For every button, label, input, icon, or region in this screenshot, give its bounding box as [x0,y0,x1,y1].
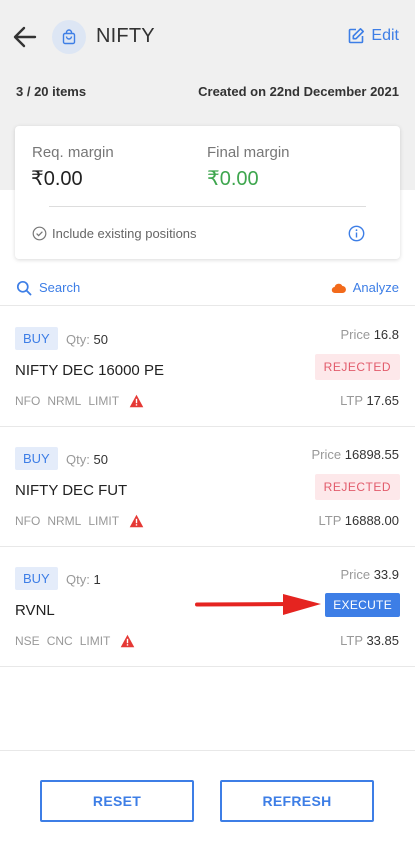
order-item[interactable]: BUY Qty: 50 Price 16898.55 NIFTY DEC FUT… [0,427,415,547]
product-tag: NRML [47,514,82,528]
ltp: LTP 16888.00 [318,513,399,528]
buy-badge: BUY [15,447,58,470]
instrument-name: RVNL [15,602,55,619]
exchange-tag: NSE [15,634,40,648]
ltp-value: 16888.00 [344,513,399,528]
basket-avatar [52,20,86,54]
created-date: Created on 22nd December 2021 [198,84,399,99]
check-circle-icon [32,226,47,241]
qty-label: Qty: [66,452,90,467]
ltp: LTP 33.85 [340,633,399,648]
final-margin-value: ₹0.00 [207,168,259,190]
info-icon [348,225,365,242]
status-badge: REJECTED [314,474,400,500]
exchange-tag: NFO [15,514,41,528]
ltp-label: LTP [340,633,363,648]
req-margin-label: Req. margin [32,144,114,161]
price-label: Price [340,327,371,342]
basket-toolbar: Search Analyze [0,270,415,306]
edit-label: Edit [371,27,399,44]
price-label: Price [340,567,371,582]
analyze-button[interactable]: Analyze [331,280,399,295]
annotation-arrow-icon [195,594,321,615]
info-button[interactable] [348,225,365,247]
warning-icon[interactable] [129,394,144,408]
footer-bar: RESET REFRESH [0,750,415,843]
include-positions-toggle[interactable]: Include existing positions [32,226,197,241]
price: Price 16.8 [340,327,399,342]
order-type-tag: LIMIT [88,514,120,528]
instrument-name: NIFTY DEC 16000 PE [15,362,164,379]
ltp-label: LTP [318,513,342,528]
qty: Qty: 50 [66,332,108,347]
arrow-left-icon [13,26,37,48]
warning-icon[interactable] [129,514,144,528]
order-type-tag: LIMIT [79,634,111,648]
qty: Qty: 50 [66,452,108,467]
price-value: 16.8 [373,327,399,342]
qty-value: 50 [93,332,108,347]
reset-button[interactable]: RESET [40,780,194,822]
price: Price 33.9 [340,567,399,582]
qty-label: Qty: [66,332,90,347]
qty-value: 50 [93,452,108,467]
exchange-tag: NFO [15,394,41,408]
price-value: 33.9 [373,567,399,582]
order-tags: NSE CNC LIMIT [15,634,135,648]
execute-button[interactable]: EXECUTE [325,593,400,617]
buy-badge: BUY [15,327,58,350]
search-label: Search [39,280,81,295]
edit-button[interactable]: Edit [347,27,399,45]
back-button[interactable] [12,24,38,50]
include-positions-label: Include existing positions [52,226,197,241]
ltp: LTP 17.65 [340,393,399,408]
order-tags: NFO NRML LIMIT [15,394,144,408]
search-button[interactable]: Search [16,280,80,296]
buy-badge: BUY [15,567,58,590]
price-label: Price [311,447,342,462]
analyze-label: Analyze [352,280,399,295]
divider [49,206,366,207]
qty-value: 1 [93,572,101,587]
price-value: 16898.55 [344,447,399,462]
req-margin-value: ₹0.00 [31,168,83,190]
app-header: NIFTY Edit [0,0,415,70]
order-type-tag: LIMIT [88,394,120,408]
refresh-button[interactable]: REFRESH [220,780,374,822]
cloud-icon [331,283,346,293]
qty-label: Qty: [66,572,90,587]
basket-meta: 3 / 20 items Created on 22nd December 20… [16,84,399,99]
margin-card: Req. margin ₹0.00 Final margin ₹0.00 Inc… [15,126,400,259]
ltp-value: 17.65 [366,393,399,408]
items-count: 3 / 20 items [16,84,87,99]
qty: Qty: 1 [66,572,101,587]
price: Price 16898.55 [312,447,399,462]
warning-icon[interactable] [120,634,135,648]
product-tag: NRML [47,394,82,408]
final-margin-label: Final margin [207,144,290,161]
order-item[interactable]: BUY Qty: 50 Price 16.8 NIFTY DEC 16000 P… [0,307,415,427]
page-title: NIFTY [96,25,155,47]
basket-icon [62,29,76,45]
edit-icon [349,28,365,44]
status-badge: REJECTED [314,354,400,380]
search-icon [16,280,32,295]
instrument-name: NIFTY DEC FUT [15,482,128,499]
product-tag: CNC [46,634,73,648]
order-tags: NFO NRML LIMIT [15,514,144,528]
ltp-label: LTP [340,393,363,408]
ltp-value: 33.85 [366,633,399,648]
